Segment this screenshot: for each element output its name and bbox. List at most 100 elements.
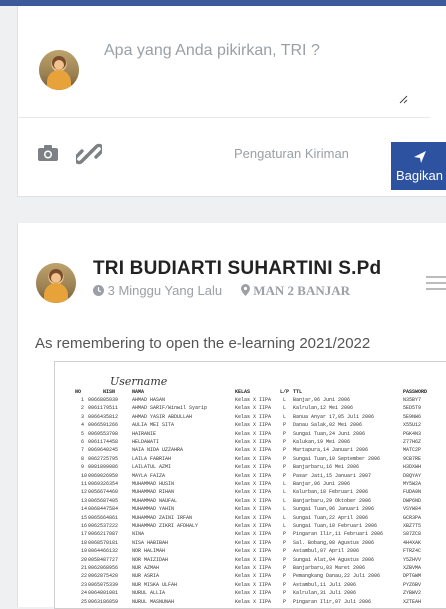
doc-cell-ttl: Astambul,07 April 2006 <box>293 548 360 555</box>
doc-cell-ttl: Kalrulan,12 Mei 2006 <box>293 405 354 412</box>
doc-cell-kelas: Kelas X IIPA <box>235 556 272 563</box>
doc-cell-no: 15 <box>81 514 88 521</box>
doc-cell-ttl: Martapura,14 Januari 2006 <box>293 447 369 454</box>
doc-cell-ttl: Pemangkang Danau,22 Juli 2006 <box>293 573 381 580</box>
doc-cell-ttl: Danau Salak,02 Mei 2006 <box>293 422 363 429</box>
doc-header-password: PASSWORD <box>403 389 428 395</box>
doc-cell-nama: MAYLA FAIZA <box>132 472 166 479</box>
composer-input[interactable]: Apa yang Anda pikirkan, TRI ? <box>104 42 320 60</box>
post-author-avatar[interactable] <box>36 263 76 303</box>
camera-icon[interactable] <box>38 145 58 161</box>
doc-cell-nama: MUHAMMAD ZIKRI AFDHALY <box>132 523 199 529</box>
doc-cell-lp: P <box>283 539 287 546</box>
doc-cell-no: 24 <box>81 590 88 597</box>
doc-cell-lp: L <box>283 514 287 521</box>
doc-cell-pw: PGK4N3 <box>403 430 422 437</box>
doc-cell-nama: NURUL MASNUNAH <box>132 598 175 605</box>
doc-cell-lp: L <box>283 489 287 496</box>
doc-cell-nama: MUHAMMAD NAUFAL <box>132 497 178 504</box>
doc-cell-kelas: Kelas X IIPA <box>235 422 272 429</box>
doc-table-row: 5 0069553708 HAIRANIE Kelas X IIPA P Sungai T… <box>55 431 446 438</box>
doc-table-row: 13 0065687405 MUHAMMAD NAUFAL Kelas X IIPA L… <box>55 498 446 505</box>
doc-cell-pw: PYZ6BV <box>403 581 422 588</box>
doc-cell-nama: HAIRANIE <box>132 430 157 437</box>
doc-table-row: 6 0061174458 HELDAWATI Kelas X IIPA P Kalukan… <box>55 439 446 446</box>
doc-cell-lp: P <box>283 531 287 538</box>
resize-handle-icon[interactable] <box>398 94 408 104</box>
post-time[interactable]: 3 Minggu Yang Lalu <box>93 283 233 298</box>
doc-table-row: 3 0066435812 AHMAD YASIR ABDULLAH Kelas X I… <box>55 414 446 421</box>
doc-cell-lp: P <box>283 455 287 462</box>
doc-cell-pw: X55U12 <box>403 422 422 429</box>
doc-cell-nis: 0066217087 <box>88 531 119 538</box>
doc-header-nis: NISN <box>103 389 116 395</box>
post-author-name[interactable]: TRI BUDIARTI SUHARTINI S.Pd <box>93 258 381 280</box>
doc-cell-pw: MY5W2A <box>403 481 422 487</box>
doc-cell-nama: NAIA NIDA UZZAHRA <box>132 447 184 454</box>
doc-cell-pw: DWP6ND <box>403 497 422 504</box>
doc-cell-nama: LAILA FABRIAH <box>132 455 172 462</box>
doc-cell-nis: 0069553708 <box>88 430 119 437</box>
post-location[interactable]: MAN 2 BANJAR <box>241 283 411 299</box>
doc-table-row: 14 0068447584 MUHAMMAD YAHIN Kelas X IIPA L S… <box>55 506 446 513</box>
doc-cell-kelas: Kelas X IIPA <box>235 523 272 529</box>
doc-cell-pw: 9CB7RE <box>403 455 422 462</box>
doc-table-row: 25 0063186059 NURUL MASNUNAH Kelas X IIPA P P… <box>55 599 446 606</box>
doc-cell-pw: Z77H6Z <box>403 439 422 445</box>
doc-table-row: 16 0062537222 MUHAMMAD ZIKRI AFDHALY Kelas … <box>55 523 446 530</box>
doc-cell-pw: 5ED5T9 <box>403 405 422 412</box>
doc-cell-lp: P <box>283 430 287 437</box>
clock-icon <box>93 285 104 296</box>
doc-cell-no: 8 <box>81 455 85 462</box>
doc-cell-ttl: Kalrulan,31 Juli 2006 <box>293 590 357 597</box>
doc-table-row: 8 0062725795 LAILA FABRIAH Kelas X IIPA P Sun… <box>55 456 446 463</box>
doc-cell-nis: 0081899086 <box>88 464 119 471</box>
doc-cell-nis: 0066591266 <box>88 422 119 429</box>
doc-cell-no: 4 <box>81 422 85 429</box>
doc-cell-nis: 0068447584 <box>88 506 119 513</box>
doc-cell-nama: NUR ASRIA <box>132 573 160 580</box>
doc-cell-nama: NOR MAIZIDAH <box>132 556 169 563</box>
doc-cell-nama: NURUL ALLIA <box>132 590 166 597</box>
doc-cell-lp: P <box>283 573 287 580</box>
post-location-text: MAN 2 BANJAR <box>253 283 351 298</box>
doc-cell-kelas: Kelas X IIPA <box>235 430 272 437</box>
doc-header-nama: NAMA <box>132 389 145 395</box>
doc-table-row: 23 0065075339 NUR MISKA ULFAH Kelas X IIPA P… <box>55 582 446 589</box>
post-composer: Apa yang Anda pikirkan, TRI ? <box>17 6 446 197</box>
doc-cell-nis: 0062725795 <box>88 455 119 462</box>
doc-cell-ttl: Banjarbaru,29 Oktober 2006 <box>293 497 372 504</box>
doc-cell-nis: 0069326354 <box>88 481 119 487</box>
doc-cell-no: 23 <box>81 581 88 588</box>
doc-cell-kelas: Kelas X IIPA <box>235 472 272 479</box>
doc-cell-nis: 0065075339 <box>88 581 119 588</box>
doc-cell-nama: NOR HALIMAH <box>132 548 166 555</box>
post-options-menu-icon[interactable] <box>426 276 446 292</box>
doc-cell-nama: NINA <box>132 531 145 538</box>
doc-cell-ttl: Banjar,06 Juni 2006 <box>293 481 351 487</box>
doc-cell-nis: 0063186059 <box>88 598 119 605</box>
doc-cell-lp: P <box>283 447 287 454</box>
doc-cell-pw: 4H4XAK <box>403 539 422 546</box>
doc-cell-kelas: Kelas X IIPA <box>235 447 272 454</box>
doc-cell-ttl: Pingaran Ilir,11 Februari 2006 <box>293 531 384 538</box>
post-privacy-settings[interactable]: Pengaturan Kiriman <box>234 146 349 161</box>
doc-cell-nama: MUHAMMAD RIHAN <box>132 489 175 496</box>
doc-table-row: 12 0056674460 MUHAMMAD RIHAN Kelas X IIPA L K… <box>55 489 446 496</box>
doc-cell-lp: P <box>283 565 287 571</box>
doc-cell-nis: 0065687405 <box>88 497 119 504</box>
doc-cell-lp: P <box>283 422 287 429</box>
link-icon[interactable] <box>76 141 102 167</box>
share-button-label: Bagikan <box>396 168 443 183</box>
doc-cell-pw: ZYBWV2 <box>403 590 422 597</box>
doc-cell-kelas: Kelas X IIPA <box>235 497 272 504</box>
share-button[interactable]: Bagikan <box>391 142 446 190</box>
doc-cell-lp: L <box>283 481 287 487</box>
post-attachment-image[interactable]: Username NO NISN NAMA KELAS L/P TTL PASS… <box>54 361 446 609</box>
doc-table-row: 15 0065664861 MUHAMMAD ZAINI IRFAN Kelas X … <box>55 515 446 522</box>
doc-cell-no: 2 <box>81 405 85 412</box>
doc-cell-no: 14 <box>81 506 88 513</box>
doc-cell-pw: VSYW84 <box>403 506 422 513</box>
doc-cell-lp: P <box>283 472 287 479</box>
doc-cell-pw: FTRZ4C <box>403 548 422 555</box>
